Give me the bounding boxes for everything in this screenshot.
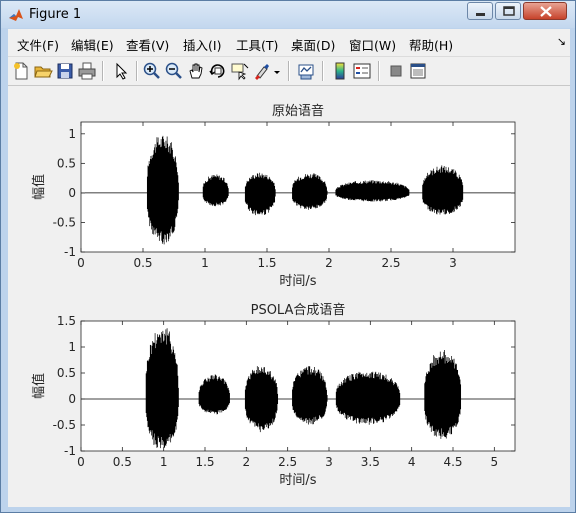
brush-dropdown-icon[interactable] [272, 61, 282, 81]
maximize-icon [503, 6, 515, 16]
x-tick-label: 2.5 [381, 256, 400, 270]
close-icon [540, 6, 552, 17]
chart-title: 原始语音 [272, 103, 324, 119]
matlab-logo-icon [9, 9, 23, 21]
minimize-button[interactable] [467, 2, 493, 20]
colorbar-icon[interactable] [330, 61, 350, 81]
brush-icon[interactable] [252, 61, 272, 81]
menu-help[interactable]: 帮助(H) [409, 35, 453, 54]
y-tick-label: -1 [64, 245, 76, 259]
y-axis-label: 幅值 [31, 373, 47, 399]
menu-insert[interactable]: 插入(I) [183, 35, 221, 54]
y-tick-label: 0.5 [57, 156, 76, 170]
x-tick-label: 3.5 [361, 455, 380, 469]
x-tick-label: 2 [243, 455, 251, 469]
hide-plot-tools-icon[interactable] [386, 61, 406, 81]
window-title: Figure 1 [29, 7, 82, 22]
y-tick-label: 1 [68, 340, 76, 354]
figure-client-area: 文件(F) 编辑(E) 查看(V) 插入(I) 工具(T) 桌面(D) 窗口(W… [8, 29, 570, 507]
data-cursor-icon[interactable] [230, 61, 250, 81]
toolbar-separator [136, 61, 138, 81]
x-tick-label: 3 [449, 256, 457, 270]
zoom-out-icon[interactable] [164, 61, 184, 81]
menu-bar: 文件(F) 编辑(E) 查看(V) 插入(I) 工具(T) 桌面(D) 窗口(W… [8, 29, 570, 55]
menu-window[interactable]: 窗口(W) [349, 35, 396, 54]
close-button[interactable] [523, 2, 567, 20]
y-tick-label: 1 [68, 127, 76, 141]
y-tick-label: -1 [64, 444, 76, 458]
figure-canvas: 0 0.5 1 1.5 2 2.5 3 -1 -0.5 0 0.5 1 原始语音时间/s 幅值 0 0.5 1 1… [8, 87, 570, 507]
axes-2: 0 0.5 1 1.5 2 2.5 3 3.5 4 4.5 5 -1 -0.5 0 0.5 1 1.5 PSOLA… [31, 302, 516, 488]
open-file-icon[interactable] [33, 61, 53, 81]
y-tick-label: -0.5 [53, 215, 76, 229]
x-tick-label: 0 [77, 455, 85, 469]
minimize-icon [476, 13, 485, 16]
toolbar-separator [102, 61, 104, 81]
y-tick-label: 0 [68, 186, 76, 200]
menu-desktop[interactable]: 桌面(D) [291, 35, 335, 54]
menu-edit[interactable]: 编辑(E) [71, 35, 114, 54]
maximize-button[interactable] [495, 2, 521, 20]
figure-toolbar [8, 56, 570, 86]
x-tick-label: 5 [491, 455, 499, 469]
toolbar-separator [322, 61, 324, 81]
x-tick-label: 0.5 [113, 455, 132, 469]
legend-icon[interactable] [352, 61, 372, 81]
x-tick-label: 1.5 [195, 455, 214, 469]
x-tick-label: 3 [325, 455, 333, 469]
y-tick-label: 1.5 [57, 314, 76, 328]
link-plot-icon[interactable] [296, 61, 316, 81]
chart-title: PSOLA合成语音 [251, 302, 346, 318]
x-axis-label: 时间/s [279, 473, 316, 488]
new-figure-icon[interactable] [11, 61, 31, 81]
toolbar-separator [288, 61, 290, 81]
y-tick-label: -0.5 [53, 418, 76, 432]
figure-window: Figure 1 文件(F) 编辑(E) 查看(V) 插入(I) 工具(T) 桌… [0, 0, 576, 513]
select-arrow-icon[interactable] [111, 61, 131, 81]
y-axis-label: 幅值 [31, 174, 47, 200]
x-tick-label: 2 [325, 256, 333, 270]
x-tick-label: 1 [201, 256, 209, 270]
x-tick-label: 0 [77, 256, 85, 270]
menu-view[interactable]: 查看(V) [126, 35, 169, 54]
pan-hand-icon[interactable] [186, 61, 206, 81]
menu-tools[interactable]: 工具(T) [236, 35, 278, 54]
y-tick-label: 0 [68, 392, 76, 406]
x-axis-label: 时间/s [279, 274, 316, 289]
menu-overflow-icon[interactable]: ↘ [557, 35, 566, 48]
print-icon[interactable] [77, 61, 97, 81]
axes-1: 0 0.5 1 1.5 2 2.5 3 -1 -0.5 0 0.5 1 原始语音时间/s 幅值 [31, 103, 516, 289]
toolbar-separator [378, 61, 380, 81]
save-icon[interactable] [55, 61, 75, 81]
y-tick-label: 0.5 [57, 366, 76, 380]
x-tick-label: 2.5 [278, 455, 297, 469]
title-bar[interactable]: Figure 1 [1, 1, 575, 28]
plots-canvas: 0 0.5 1 1.5 2 2.5 3 -1 -0.5 0 0.5 1 原始语音时间/s 幅值 0 0.5 1 1… [31, 103, 516, 488]
x-tick-label: 0.5 [133, 256, 152, 270]
x-tick-label: 4.5 [443, 455, 462, 469]
rotate-3d-icon[interactable] [208, 61, 228, 81]
show-plot-tools-icon[interactable] [408, 61, 428, 81]
x-tick-label: 1 [160, 455, 168, 469]
menu-file[interactable]: 文件(F) [17, 35, 59, 54]
x-tick-label: 1.5 [257, 256, 276, 270]
zoom-in-icon[interactable] [142, 61, 162, 81]
x-tick-label: 4 [408, 455, 416, 469]
